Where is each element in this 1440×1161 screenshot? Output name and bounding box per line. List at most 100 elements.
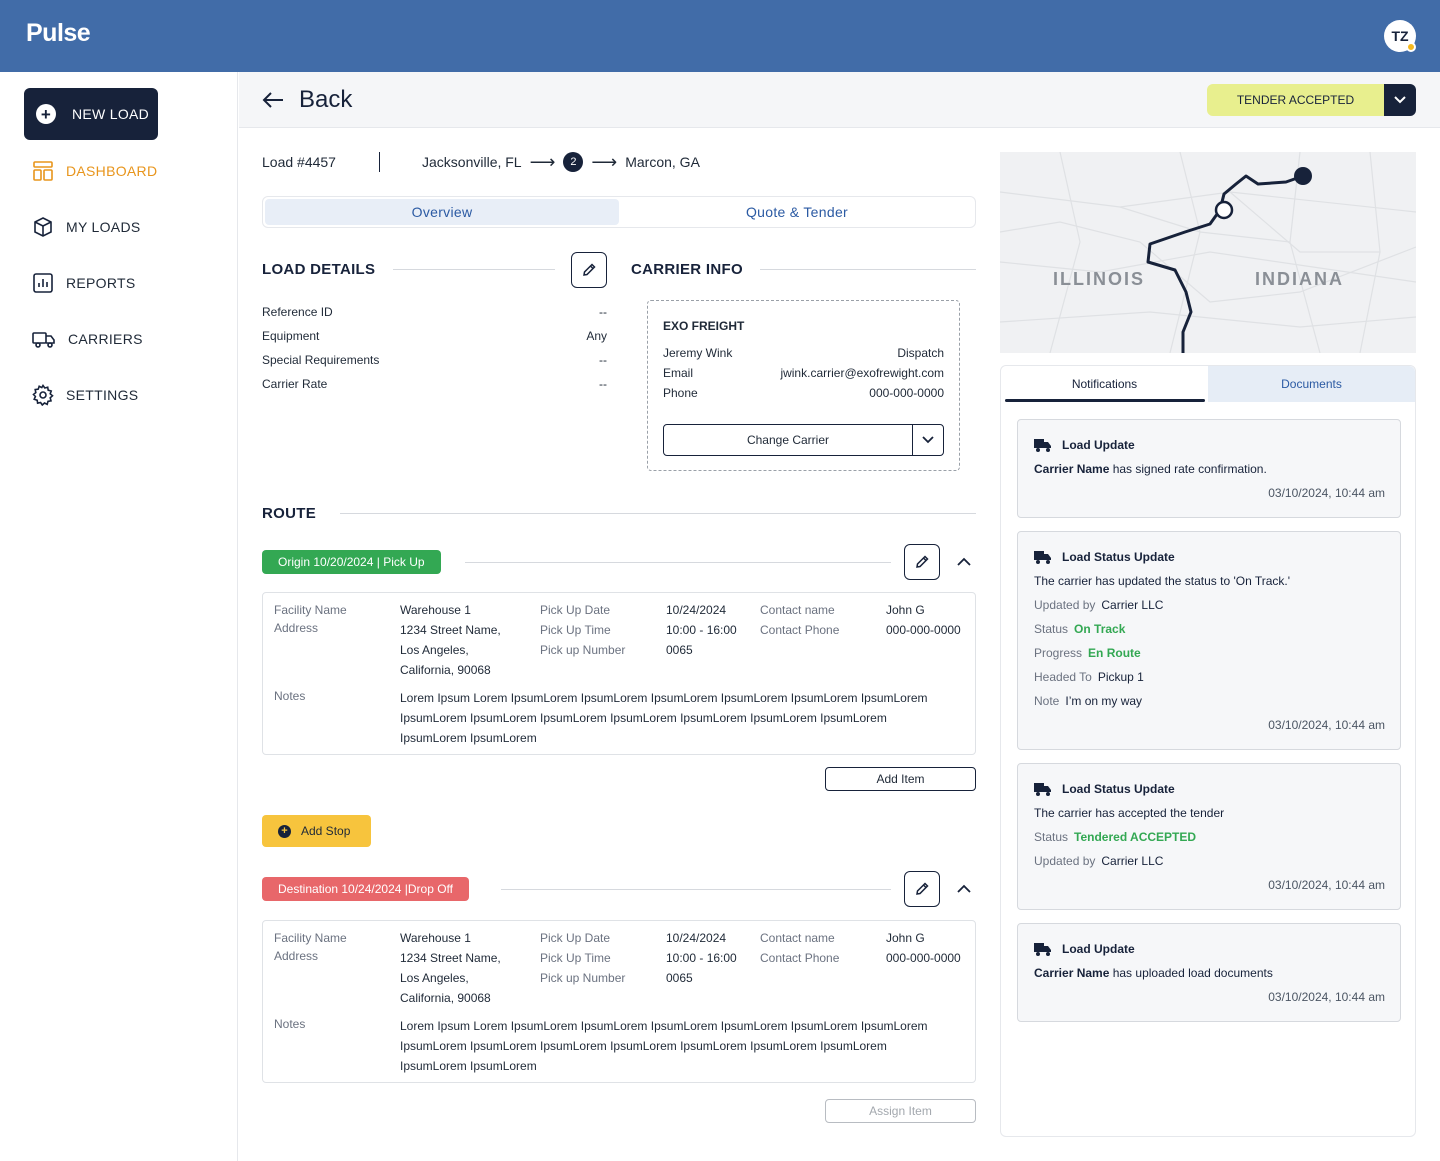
origin-tag: Origin 10/20/2024 | Pick Up — [262, 550, 441, 574]
notification-card: Load Update Carrier Name has signed rate… — [1017, 419, 1401, 518]
truck-icon — [1034, 943, 1051, 956]
back-button[interactable]: Back — [261, 86, 352, 114]
detail-row: Equipment Any — [262, 329, 607, 345]
sidebar-item-dashboard[interactable]: DASHBOARD — [32, 160, 157, 182]
top-bar: Pulse TZ — [0, 0, 1440, 72]
carrier-contact-name: Jeremy Wink — [663, 346, 733, 360]
field-value: En Route — [1088, 646, 1141, 660]
notification-title: Load Update — [1034, 438, 1135, 452]
app-logo[interactable]: Pulse — [26, 19, 91, 48]
active-tab-indicator — [1005, 399, 1205, 402]
bar-chart-icon — [33, 273, 53, 293]
facility-label: Facility Name — [274, 603, 347, 617]
carrier-phone: 000-000-0000 — [869, 386, 944, 400]
field-label: Progress — [1034, 646, 1083, 660]
detail-value: -- — [599, 353, 607, 367]
map-roads — [1000, 152, 1416, 353]
sidebar-item-carriers[interactable]: CARRIERS — [32, 328, 143, 350]
notes-text: IpsumLorem IpsumLorem — [400, 1059, 537, 1073]
route-map[interactable]: ILLINOIS INDIANA — [1000, 152, 1416, 353]
truck-icon — [1034, 783, 1051, 796]
edit-load-details-button[interactable] — [571, 252, 607, 288]
route-summary: Jacksonville, FL ⟶ 2 ⟶ Marcon, GA — [422, 150, 700, 174]
new-load-button[interactable]: + NEW LOAD — [24, 88, 158, 140]
chevron-down-icon — [922, 436, 934, 444]
add-item-button[interactable]: Add Item — [825, 767, 976, 791]
collapse-origin-button[interactable] — [954, 552, 974, 572]
address-line: 1234 Street Name, — [400, 623, 501, 637]
field-value: Carrier LLC — [1101, 854, 1164, 868]
tab-quote-tender[interactable]: Quote & Tender — [620, 199, 974, 225]
notification-body: Carrier Name has uploaded load documents — [1034, 966, 1273, 980]
sidebar-item-reports[interactable]: REPORTS — [32, 272, 136, 294]
new-load-label: NEW LOAD — [72, 106, 150, 122]
sidebar-item-settings[interactable]: SETTINGS — [32, 384, 138, 406]
divider — [465, 562, 891, 563]
destination-tag: Destination 10/24/2024 |Drop Off — [262, 877, 470, 901]
chevron-down-icon — [1394, 96, 1406, 104]
tab-overview[interactable]: Overview — [265, 199, 619, 225]
edit-destination-button[interactable] — [904, 871, 940, 907]
destination-city: Marcon, GA — [625, 154, 700, 170]
pickup-date: 10/24/2024 — [666, 931, 727, 945]
field-value: Tendered ACCEPTED — [1074, 830, 1197, 844]
notification-time: 03/10/2024, 10:44 am — [1268, 718, 1385, 732]
change-carrier-dropdown[interactable] — [912, 425, 943, 455]
carrier-info-title: CARRIER INFO — [631, 261, 743, 278]
truck-icon — [32, 332, 55, 348]
field-value: Pickup 1 — [1097, 670, 1144, 684]
divider — [393, 269, 555, 270]
address-line: Los Angeles, — [400, 643, 469, 657]
status-select[interactable]: TENDER ACCEPTED — [1207, 84, 1384, 116]
facility-name: Warehouse 1 — [400, 603, 471, 617]
assign-item-button[interactable]: Assign Item — [825, 1099, 976, 1123]
field-label: Updated by — [1034, 598, 1096, 612]
map-label-illinois: ILLINOIS — [1053, 269, 1145, 289]
chevron-up-icon — [957, 884, 971, 893]
collapse-destination-button[interactable] — [954, 879, 974, 899]
notification-title: Load Status Update — [1034, 550, 1175, 564]
truck-icon — [1034, 439, 1051, 452]
carrier-email[interactable]: jwink.carrier@exofrewight.com — [780, 366, 944, 380]
field-label: Status — [1034, 622, 1069, 636]
chevron-up-icon — [957, 557, 971, 566]
contact-phone-label: Contact Phone — [760, 623, 840, 637]
notification-field: Headed To Pickup 1 — [1034, 670, 1144, 684]
add-stop-button[interactable]: + Add Stop — [262, 815, 371, 847]
pickup-time: 10:00 - 16:00 — [666, 951, 737, 965]
field-value: Carrier LLC — [1101, 598, 1164, 612]
detail-row: Reference ID -- — [262, 305, 607, 321]
detail-label: Carrier Rate — [262, 377, 328, 391]
notification-title-text: Load Status Update — [1062, 782, 1175, 796]
detail-value: -- — [599, 305, 607, 319]
tab-documents[interactable]: Documents — [1208, 366, 1415, 402]
notification-card: Load Status Update The carrier has accep… — [1017, 763, 1401, 910]
notification-body: Carrier Name has signed rate confirmatio… — [1034, 462, 1267, 476]
notification-title-text: Load Status Update — [1062, 550, 1175, 564]
contact-phone-label: Contact Phone — [760, 951, 840, 965]
sidebar: + NEW LOAD DASHBOARD MY LOADS REPORTS CA… — [0, 72, 238, 1161]
divider — [760, 269, 976, 270]
notes-text: IpsumLorem IpsumLorem IpsumLorem IpsumLo… — [400, 1039, 887, 1053]
divider — [501, 889, 891, 890]
detail-row: Carrier Rate -- — [262, 377, 607, 393]
change-carrier-button[interactable]: Change Carrier — [664, 425, 912, 455]
carrier-name-ref: Carrier Name — [1034, 966, 1110, 980]
pickup-time-label: Pick Up Time — [540, 951, 611, 965]
edit-origin-button[interactable] — [904, 544, 940, 580]
map-label-indiana: INDIANA — [1255, 269, 1344, 289]
notification-field: Note I’m on my way — [1034, 694, 1142, 708]
field-label: Note — [1034, 694, 1060, 708]
notification-body: The carrier has accepted the tender — [1034, 806, 1225, 820]
tab-notifications[interactable]: Notifications — [1001, 366, 1208, 402]
sidebar-item-my-loads[interactable]: MY LOADS — [32, 216, 141, 238]
facility-label: Facility Name — [274, 931, 347, 945]
field-value: I’m on my way — [1065, 694, 1143, 708]
pencil-icon — [583, 263, 596, 276]
detail-label: Reference ID — [262, 305, 333, 319]
page-header: Back TENDER ACCEPTED — [239, 72, 1440, 128]
status-dropdown-button[interactable] — [1384, 84, 1416, 116]
activity-panel: Notifications Documents Load Update Carr… — [1000, 365, 1416, 1137]
divider — [340, 513, 976, 514]
pickup-time-label: Pick Up Time — [540, 623, 611, 637]
